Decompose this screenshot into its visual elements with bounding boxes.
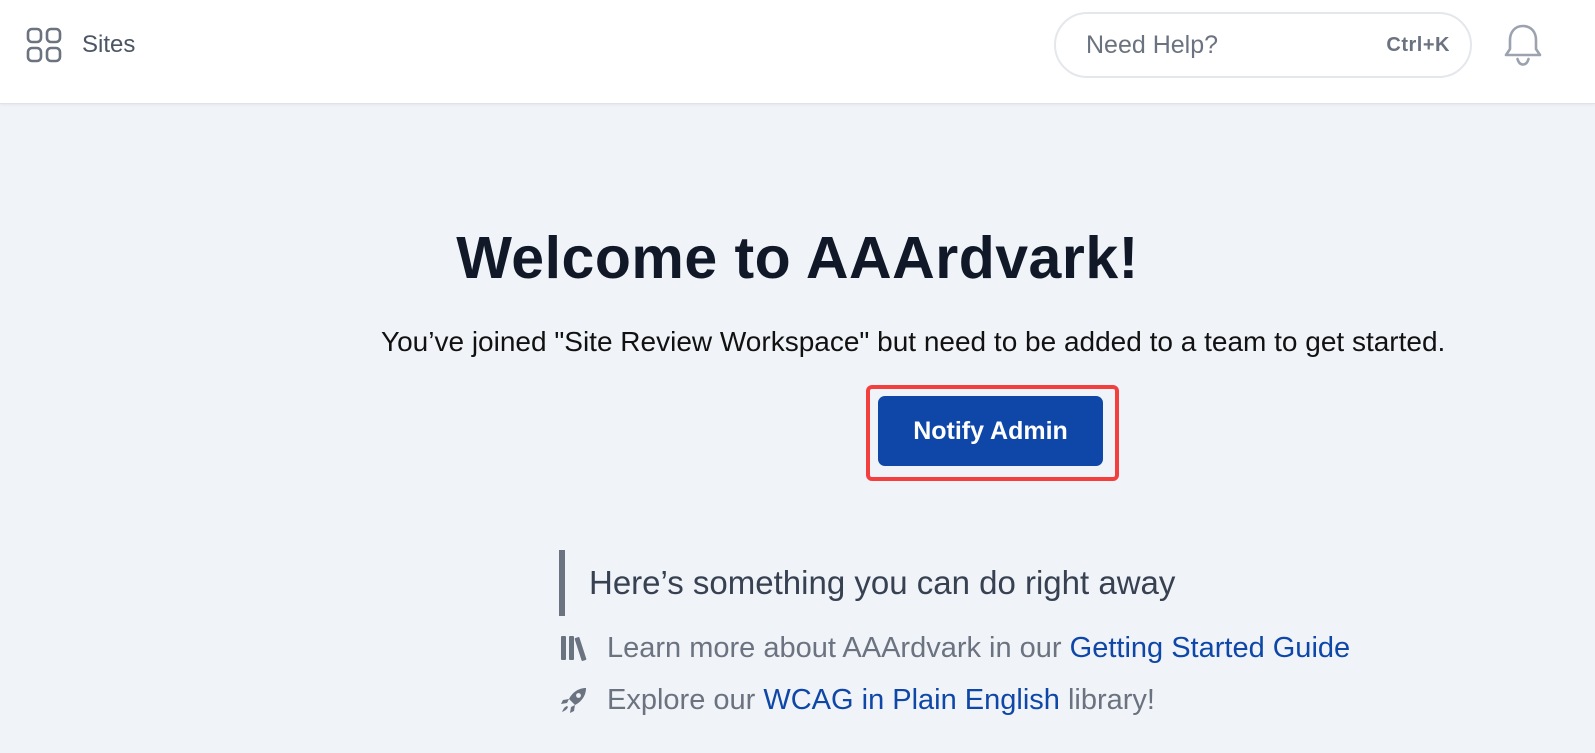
tip2-prefix: Explore our: [607, 683, 764, 716]
grid-icon: [26, 27, 62, 63]
welcome-subtitle: You’ve joined "Site Review Workspace" bu…: [381, 326, 1446, 357]
notifications-button[interactable]: [1502, 22, 1544, 68]
help-placeholder: Need Help?: [1086, 30, 1219, 59]
callout-heading: Here’s something you can do right away: [559, 550, 1175, 616]
bell-icon: [1504, 24, 1542, 66]
sites-label: Sites: [82, 31, 136, 58]
getting-started-link[interactable]: Getting Started Guide: [1070, 632, 1351, 664]
tip-getting-started: Learn more about AAArdvark in our Gettin…: [559, 628, 1350, 668]
notify-admin-button[interactable]: Notify Admin: [878, 396, 1103, 466]
top-bar: Sites Need Help? Ctrl+K: [0, 0, 1595, 104]
help-search[interactable]: Need Help? Ctrl+K: [1054, 12, 1472, 78]
page-title: Welcome to AAArdvark!: [0, 224, 1595, 292]
tip1-prefix: Learn more about AAArdvark in our: [607, 631, 1070, 664]
sites-nav[interactable]: Sites: [26, 26, 135, 64]
tip1-text: Learn more about AAArdvark in our Gettin…: [607, 632, 1350, 665]
help-shortcut: Ctrl+K: [1386, 33, 1450, 56]
tip2-suffix: library!: [1059, 683, 1155, 716]
books-icon: [561, 636, 587, 661]
page-title-text: Welcome to AAArdvark!: [456, 225, 1139, 291]
rocket-icon: [561, 688, 586, 713]
wcag-plain-english-link[interactable]: WCAG in Plain English: [763, 684, 1060, 716]
tip-wcag-library: Explore our WCAG in Plain English librar…: [559, 680, 1155, 720]
tip2-text: Explore our WCAG in Plain English librar…: [607, 684, 1155, 717]
